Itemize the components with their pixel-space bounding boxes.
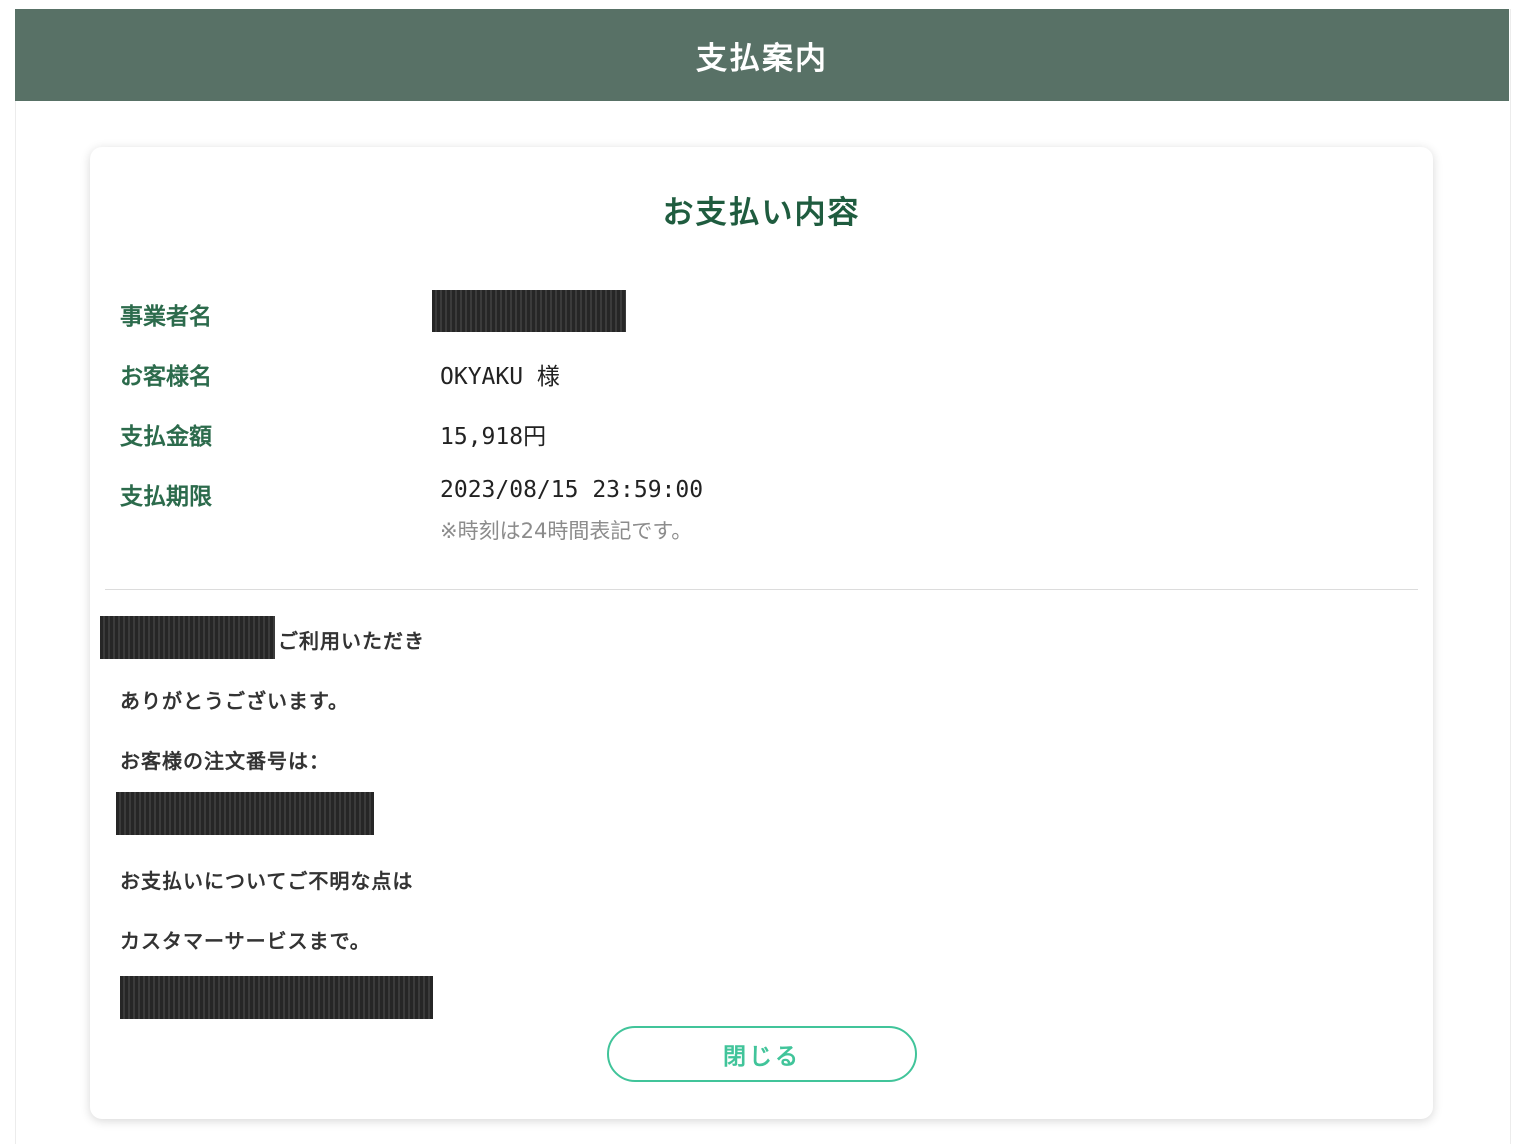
page-title: 支払案内	[696, 40, 828, 77]
thanks-message-line1: ご利用いただき	[278, 629, 425, 653]
payment-deadline-value: 2023/08/15 23:59:00	[440, 477, 704, 503]
payment-amount-label: 支払金額	[120, 424, 212, 450]
time-format-note: ※時刻は24時間表記です。	[440, 519, 693, 543]
payment-details-card: お支払い内容 事業者名 お客様名 OKYAKU 様 支払金額 15,918円 支…	[90, 147, 1433, 1119]
business-name-label: 事業者名	[120, 304, 212, 330]
customer-service-contact-redacted	[120, 976, 433, 1019]
card-title: お支払い内容	[662, 195, 861, 231]
order-number-redacted	[116, 792, 374, 835]
inquiry-message-line1: お支払いについてご不明な点は	[120, 869, 414, 893]
thanks-message-line2: ありがとうございます。	[120, 689, 349, 713]
close-button[interactable]: 閉じる	[607, 1026, 917, 1082]
inquiry-message-line2: カスタマーサービスまで。	[120, 929, 371, 953]
payment-amount-value: 15,918円	[440, 424, 547, 450]
business-name-redacted	[432, 290, 626, 332]
page-header: 支払案内	[15, 9, 1509, 101]
payment-guide-page: 支払案内 お支払い内容 事業者名 お客様名 OKYAKU 様 支払金額 15,9…	[0, 0, 1521, 1144]
service-name-redacted	[100, 616, 275, 659]
customer-name-label: お客様名	[120, 364, 212, 390]
section-divider	[105, 589, 1418, 590]
payment-deadline-label: 支払期限	[120, 484, 212, 510]
customer-name-value: OKYAKU 様	[440, 364, 560, 390]
order-number-label: お客様の注文番号は：	[120, 749, 330, 773]
